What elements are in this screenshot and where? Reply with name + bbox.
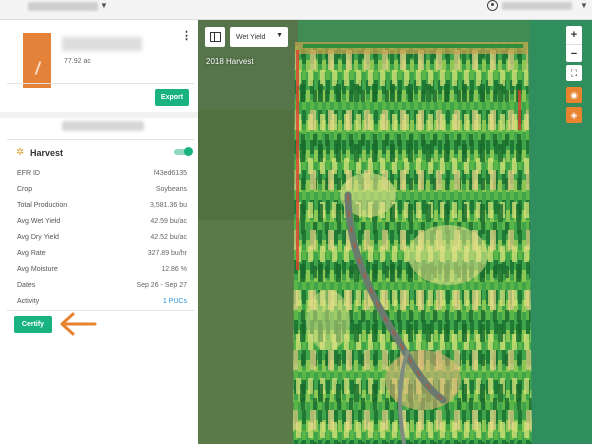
stat-row: Avg Wet Yield 42.59 bu/ac	[17, 213, 187, 229]
locate-icon[interactable]: ◉	[566, 87, 582, 103]
layer-name-redacted	[62, 121, 144, 131]
stat-value: Sep 26 - Sep 27	[136, 281, 187, 289]
divider	[7, 139, 194, 140]
stat-label: EFR ID	[17, 169, 40, 177]
chevron-down-icon: ▼	[276, 32, 283, 39]
stat-row: Avg Rate 327.89 bu/hr	[17, 245, 187, 261]
stat-row: EFR ID f43ed6135	[17, 165, 187, 181]
stat-label: Dates	[17, 281, 36, 289]
stat-label: Avg Moisture	[17, 265, 58, 273]
field-thumbnail	[23, 33, 51, 88]
stat-label: Total Production	[17, 201, 68, 209]
user-icon[interactable]	[487, 0, 498, 11]
stat-value: 42.52 bu/ac	[150, 233, 187, 241]
zoom-in-button[interactable]: +	[566, 26, 582, 44]
stat-row: Avg Moisture 12.86 %	[17, 261, 187, 277]
harvest-title: Harvest	[30, 148, 64, 158]
stat-value: 3,581.36 bu	[150, 201, 187, 209]
field-details-panel: 77.92 ac ⋮ Export ✲ Harvest EFR ID f43ed6…	[0, 20, 198, 444]
harvest-header: ✲ Harvest	[14, 146, 193, 162]
stat-row: Crop Soybeans	[17, 181, 187, 197]
field-name-redacted	[62, 37, 142, 51]
stat-value: 12.86 %	[161, 265, 187, 273]
export-button[interactable]: Export	[155, 89, 189, 106]
kebab-menu-icon[interactable]: ⋮	[181, 31, 192, 42]
zoom-controls: + −	[566, 26, 582, 62]
org-name-redacted[interactable]	[28, 2, 98, 11]
layers-icon[interactable]: ◈	[566, 107, 582, 123]
fullscreen-icon[interactable]: ⛶	[566, 65, 582, 81]
stat-label: Avg Rate	[17, 249, 46, 257]
org-dropdown-icon[interactable]: ▼	[100, 1, 108, 10]
layout-toggle-icon[interactable]	[205, 27, 225, 47]
user-name-redacted[interactable]	[502, 2, 572, 10]
yield-map-canvas[interactable]	[198, 20, 592, 444]
stat-row: Activity 1 PUCs	[17, 293, 187, 309]
layer-select-value: Wet Yield	[236, 33, 266, 41]
section-separator	[0, 112, 198, 118]
stat-label: Avg Dry Yield	[17, 233, 59, 241]
field-area: 77.92 ac	[64, 58, 91, 65]
divider	[7, 83, 194, 84]
stat-label: Avg Wet Yield	[17, 217, 61, 225]
stat-row: Avg Dry Yield 42.52 bu/ac	[17, 229, 187, 245]
harvest-visibility-toggle[interactable]	[174, 147, 193, 156]
zoom-out-button[interactable]: −	[566, 44, 582, 62]
activity-link[interactable]: 1 PUCs	[163, 298, 187, 305]
stat-row: Total Production 3,581.36 bu	[17, 197, 187, 213]
pointer-arrow-icon	[60, 312, 97, 336]
wheat-icon: ✲	[16, 147, 25, 158]
stat-label: Activity	[17, 297, 40, 305]
layer-select[interactable]: Wet Yield ▼	[230, 27, 288, 47]
stat-value: f43ed6135	[153, 169, 187, 177]
stat-value: 42.59 bu/ac	[150, 217, 187, 225]
harvest-stats: EFR ID f43ed6135 Crop Soybeans Total Produ…	[17, 165, 187, 309]
certify-button[interactable]: Certify	[14, 316, 52, 333]
map-title: 2018 Harvest	[206, 57, 254, 66]
stat-row: Dates Sep 26 - Sep 27	[17, 277, 187, 293]
stat-value: 327.89 bu/hr	[147, 249, 187, 257]
divider	[7, 310, 194, 311]
yield-map[interactable]: Wet Yield ▼ 2018 Harvest + − ⛶ ◉ ◈	[198, 20, 592, 444]
top-bar: ▼ ▼	[0, 0, 592, 20]
stat-value: Soybeans	[155, 185, 187, 193]
user-dropdown-icon[interactable]: ▼	[580, 1, 588, 10]
stat-label: Crop	[17, 185, 33, 193]
